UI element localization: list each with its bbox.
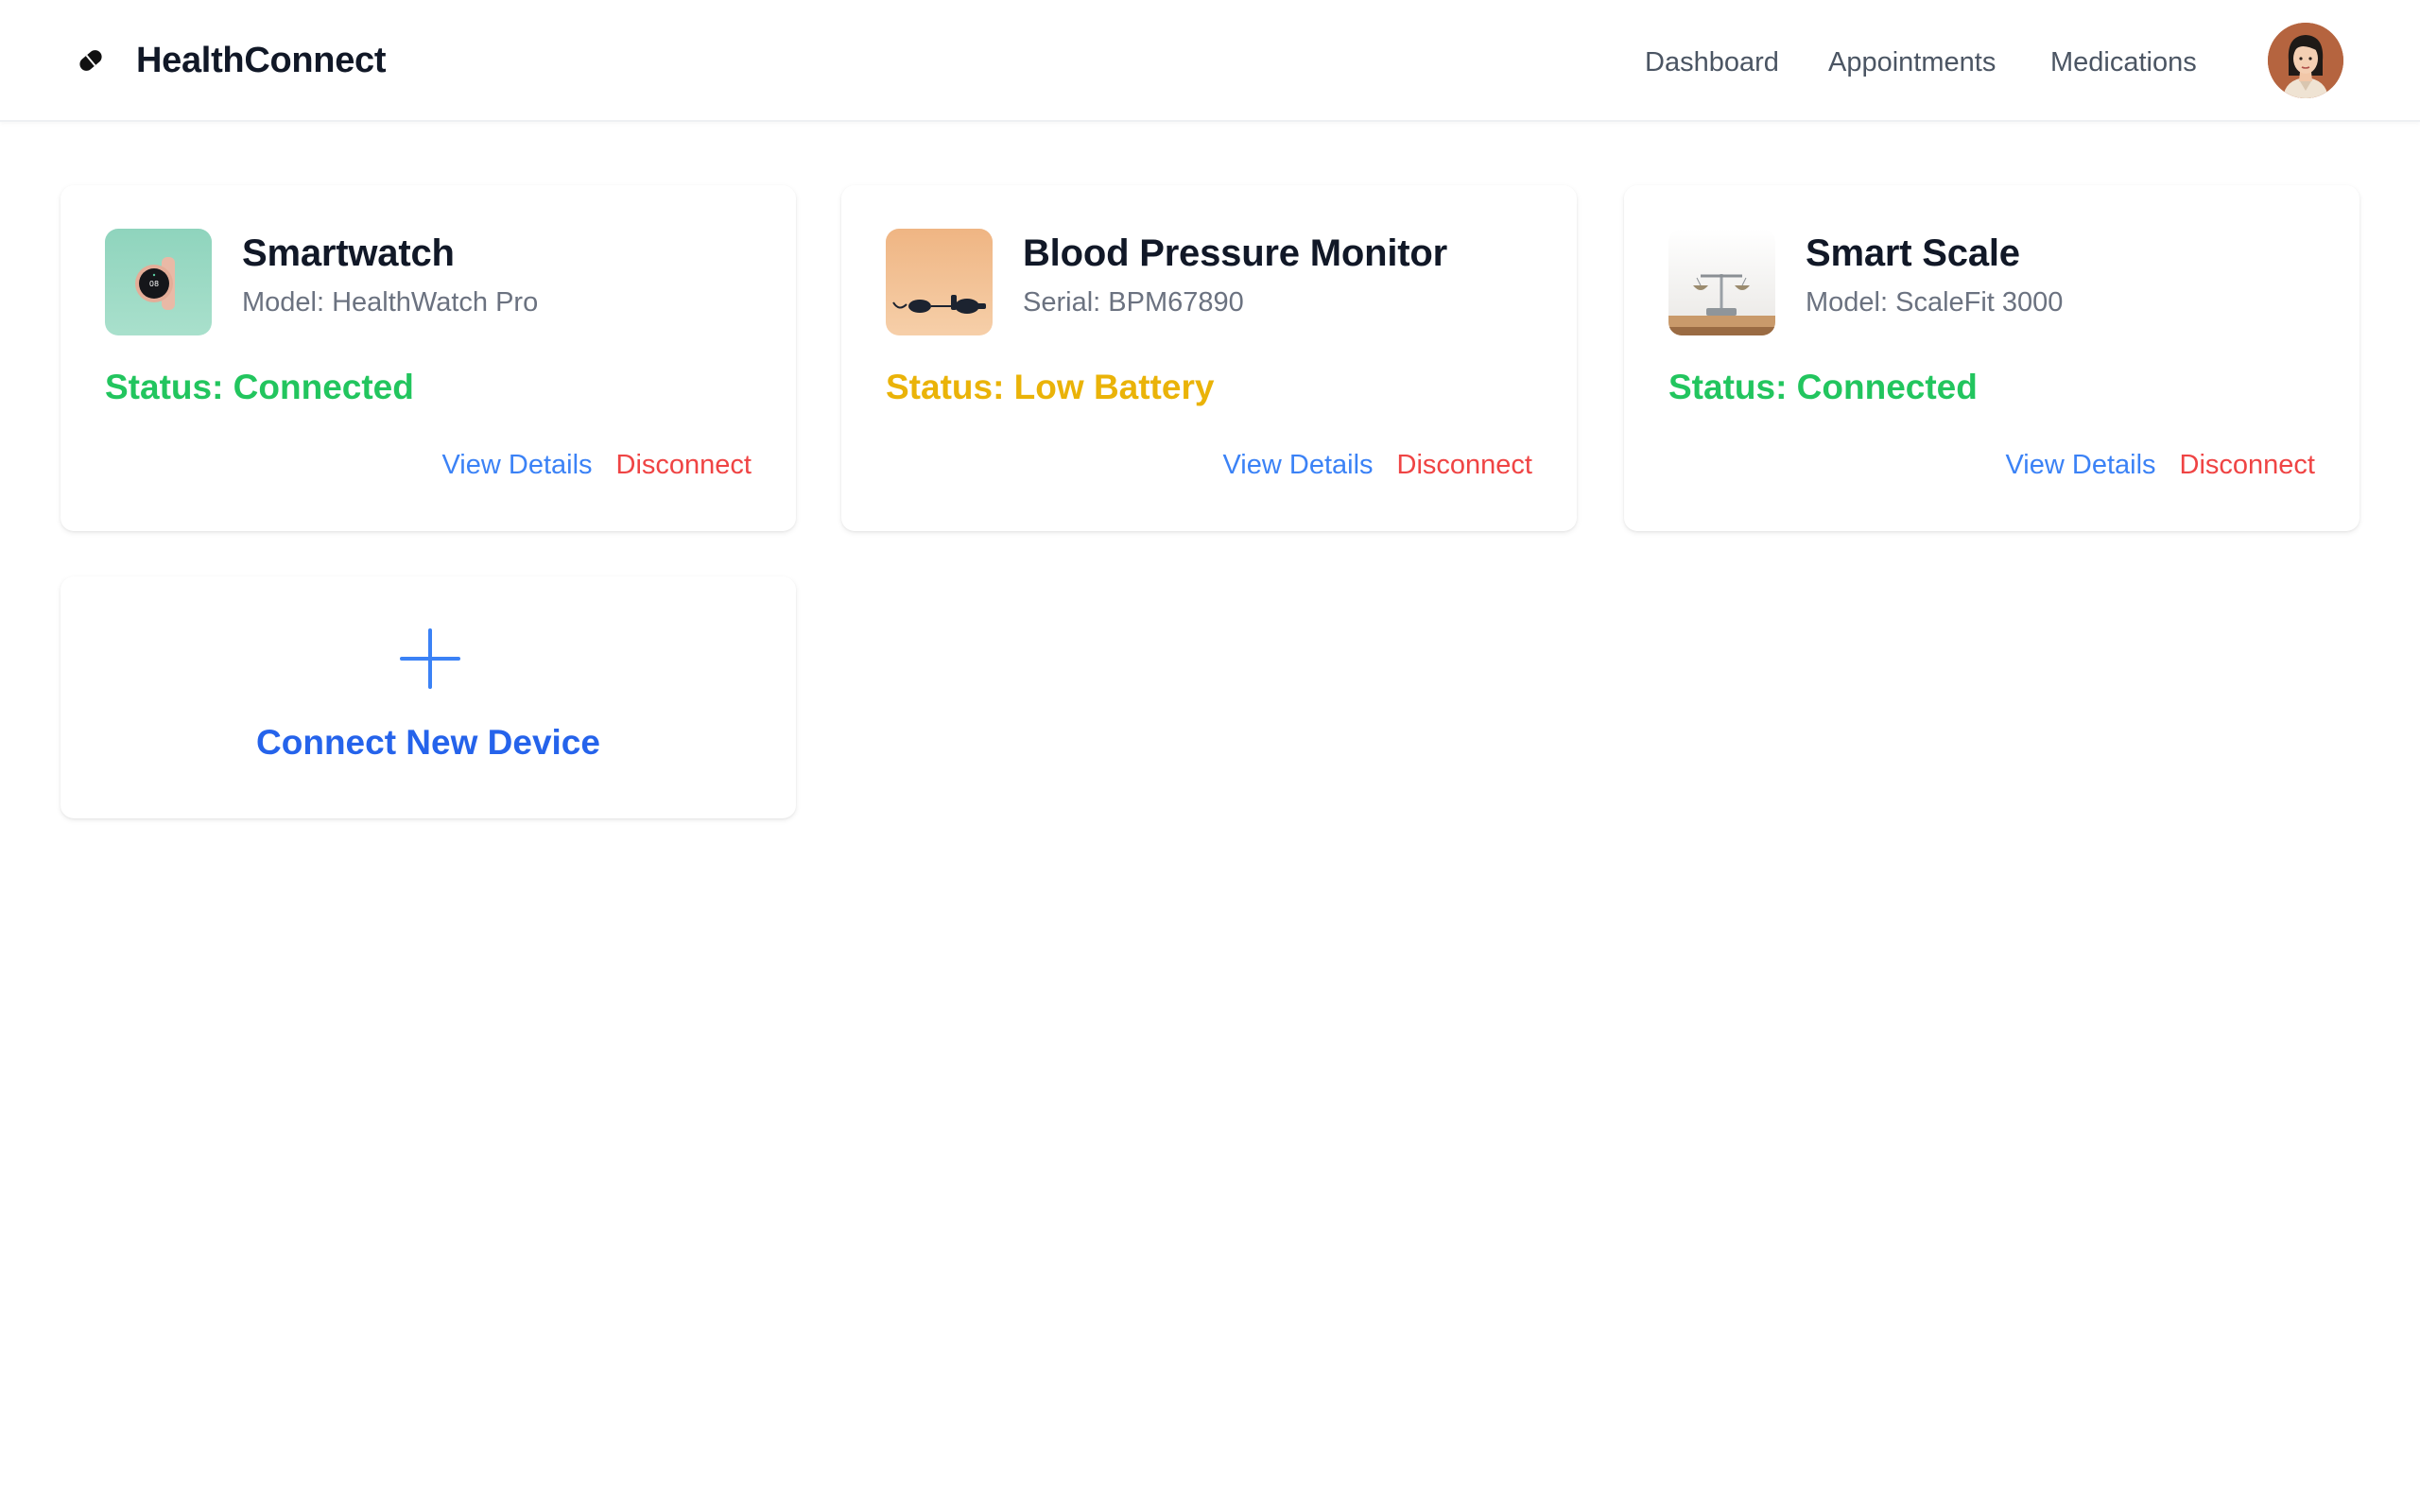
connect-new-device-card[interactable]: Connect New Device [60, 576, 796, 818]
view-details-link[interactable]: View Details [441, 450, 592, 481]
device-model: Model: ScaleFit 3000 [1806, 287, 2064, 318]
plus-icon [400, 628, 460, 689]
user-avatar[interactable] [2268, 23, 2343, 98]
device-serial: Serial: BPM67890 [1023, 287, 1244, 318]
device-card-smartwatch: 08 Smartwatch Model: HealthWatch Pro Sta… [60, 185, 796, 531]
device-actions: View Details Disconnect [2005, 450, 2315, 481]
smartwatch-image: 08 [105, 229, 212, 335]
device-model: Model: HealthWatch Pro [242, 287, 539, 318]
view-details-link[interactable]: View Details [2005, 450, 2155, 481]
device-status: Status: Connected [105, 368, 414, 406]
brand[interactable]: HealthConnect [76, 36, 387, 85]
pill-icon [76, 45, 106, 76]
device-status: Status: Low Battery [886, 368, 1215, 406]
device-actions: View Details Disconnect [1222, 450, 1532, 481]
smart-scale-image [1668, 229, 1775, 335]
device-card-blood-pressure-monitor: Blood Pressure Monitor Serial: BPM67890 … [841, 185, 1577, 531]
svg-text:08: 08 [149, 280, 159, 288]
nav-medications[interactable]: Medications [2050, 42, 2197, 83]
device-status: Status: Connected [1668, 368, 1978, 406]
connect-new-device-label: Connect New Device [256, 723, 600, 762]
device-actions: View Details Disconnect [441, 450, 752, 481]
device-name: Smartwatch [242, 232, 455, 274]
device-name: Blood Pressure Monitor [1023, 232, 1447, 274]
device-name: Smart Scale [1806, 232, 2020, 274]
disconnect-link[interactable]: Disconnect [2180, 450, 2315, 481]
nav-dashboard[interactable]: Dashboard [1645, 42, 1779, 83]
nav-appointments[interactable]: Appointments [1828, 42, 1996, 83]
app-name: HealthConnect [136, 40, 387, 80]
device-card-smart-scale: Smart Scale Model: ScaleFit 3000 Status:… [1624, 185, 2360, 531]
blood-pressure-monitor-image [886, 229, 993, 335]
disconnect-link[interactable]: Disconnect [616, 450, 752, 481]
disconnect-link[interactable]: Disconnect [1397, 450, 1532, 481]
top-header: HealthConnect Dashboard Appointments Med… [0, 0, 2420, 122]
view-details-link[interactable]: View Details [1222, 450, 1373, 481]
